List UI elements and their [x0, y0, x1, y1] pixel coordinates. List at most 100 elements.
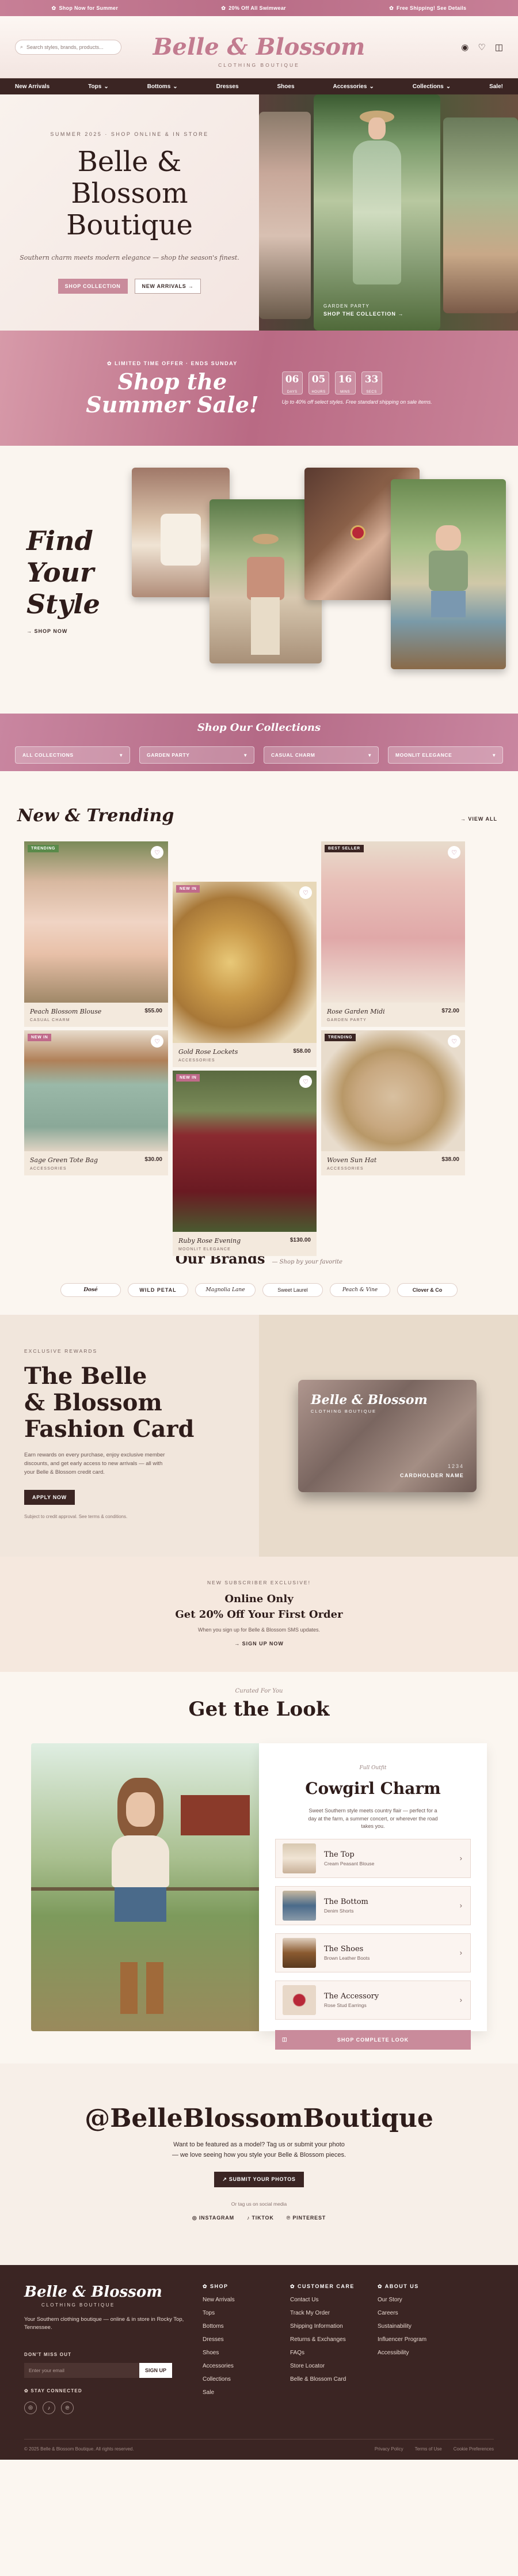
- footer-link[interactable]: Tops: [203, 2310, 290, 2316]
- wishlist-icon[interactable]: ♡: [299, 886, 312, 899]
- product-badge: NEW IN: [176, 885, 200, 893]
- footer-link[interactable]: Our Story: [378, 2297, 465, 2303]
- cart-icon[interactable]: ◫: [495, 42, 503, 52]
- nav-sale[interactable]: Sale!: [489, 84, 503, 90]
- nav-shoes[interactable]: Shoes: [277, 84, 295, 90]
- look-photo: [31, 1743, 259, 2031]
- wishlist-icon[interactable]: ♡: [299, 1075, 312, 1088]
- promo-item[interactable]: ✿ 20% Off All Swimwear: [221, 5, 286, 12]
- brand-pill[interactable]: WILD PETAL: [128, 1283, 188, 1297]
- nav-tops[interactable]: Tops ⌄: [88, 84, 109, 90]
- footer-link[interactable]: Shipping Information: [290, 2323, 378, 2330]
- collection-tab-garden-party[interactable]: GARDEN PARTY ▾: [139, 746, 254, 764]
- outfit-item[interactable]: The Bottom Denim Shorts ›: [275, 1885, 471, 1925]
- brand-pill[interactable]: Dosé: [60, 1283, 121, 1297]
- sale-pill: ✿ LIMITED TIME OFFER · ENDS SUNDAY: [107, 360, 238, 366]
- look-kicker: Curated For You: [235, 1688, 283, 1694]
- footer-link[interactable]: Shoes: [203, 2350, 290, 2356]
- product-card[interactable]: TRENDING ♡ Woven Sun Hat ACCESSORIES $38.0…: [321, 1030, 465, 1175]
- submit-photos-button[interactable]: ↗ SUBMIT YOUR PHOTOS: [214, 2172, 304, 2188]
- nav-bottoms[interactable]: Bottoms ⌄: [147, 84, 178, 90]
- footer-link[interactable]: Collections: [203, 2376, 290, 2382]
- footer-link[interactable]: Contact Us: [290, 2297, 378, 2303]
- get-the-look-section: Curated For You Get the Look Full Outfit…: [0, 1672, 518, 2063]
- collection-tab-all[interactable]: ALL COLLECTIONS ▾: [15, 746, 130, 764]
- hero-tagline: Southern charm meets modern elegance — s…: [20, 254, 239, 262]
- shop-collection-button[interactable]: SHOP COLLECTION: [58, 279, 128, 294]
- fashion-card-terms[interactable]: Subject to credit approval. See terms & …: [24, 1514, 235, 1519]
- product-card[interactable]: BEST SELLER ♡ Rose Garden Midi GARDEN PAR…: [321, 841, 465, 1027]
- pinterest-icon[interactable]: ℗: [61, 2401, 74, 2414]
- footer-link[interactable]: Belle & Blossom Card: [290, 2376, 378, 2382]
- brand-pill[interactable]: Peach & Vine: [330, 1283, 390, 1297]
- apply-now-button[interactable]: APPLY NOW: [24, 1489, 75, 1505]
- wishlist-icon[interactable]: ♡: [151, 846, 163, 859]
- social-desc: Want to be featured as a model? Tag us o…: [172, 2141, 346, 2158]
- privacy-link[interactable]: Privacy Policy: [375, 2446, 403, 2452]
- footer-link[interactable]: Sustainability: [378, 2323, 465, 2330]
- footer-link[interactable]: Sale: [203, 2389, 290, 2396]
- cookie-link[interactable]: Cookie Preferences: [454, 2446, 494, 2452]
- view-all-link[interactable]: → VIEW ALL: [460, 816, 497, 822]
- email-field[interactable]: Enter your email: [24, 2362, 139, 2378]
- style-photo[interactable]: [390, 479, 506, 669]
- outfit-item[interactable]: The Accessory Rose Stud Earrings ›: [275, 1980, 471, 2020]
- product-card[interactable]: NEW IN ♡ Sage Green Tote Bag ACCESSORIES $…: [24, 1030, 168, 1175]
- footer-link[interactable]: Careers: [378, 2310, 465, 2316]
- promo-item[interactable]: ✿ Shop Now for Summer: [52, 5, 119, 12]
- wishlist-icon[interactable]: ♡: [448, 1035, 460, 1048]
- brand-pill[interactable]: Magnolia Lane: [195, 1283, 256, 1297]
- footer-link[interactable]: New Arrivals: [203, 2297, 290, 2303]
- search-input[interactable]: ⌕ Search styles, brands, products...: [15, 39, 121, 55]
- product-category: CASUAL CHARM: [30, 1018, 70, 1022]
- footer-link[interactable]: Influencer Program: [378, 2336, 465, 2343]
- collection-tab-moonlit-elegance[interactable]: MOONLIT ELEGANCE ▾: [388, 746, 503, 764]
- footer-link[interactable]: Dresses: [203, 2336, 290, 2343]
- product-card[interactable]: TRENDING ♡ Peach Blossom Blouse CASUAL CH…: [24, 841, 168, 1027]
- sign-up-link[interactable]: → SIGN UP NOW: [0, 1641, 518, 1646]
- terms-link[interactable]: Terms of Use: [415, 2446, 442, 2452]
- sale-title[interactable]: Shop the Summer Sale!: [86, 370, 258, 416]
- wishlist-icon[interactable]: ♡: [448, 846, 460, 859]
- footer-logo-sub: CLOTHING BOUTIQUE: [41, 2302, 115, 2308]
- collection-tab-casual-charm[interactable]: CASUAL CHARM ▾: [264, 746, 379, 764]
- outfit-item[interactable]: The Top Cream Peasant Blouse ›: [275, 1838, 471, 1878]
- outfit-item[interactable]: The Shoes Brown Leather Boots ›: [275, 1933, 471, 1972]
- chevron-down-icon: ⌄: [173, 83, 178, 90]
- footer-link[interactable]: Accessories: [203, 2363, 290, 2369]
- brand-pill[interactable]: Sweet Laurel: [262, 1283, 323, 1297]
- footer-link[interactable]: Bottoms: [203, 2323, 290, 2330]
- wishlist-icon[interactable]: ♡: [478, 42, 485, 52]
- nav-collections[interactable]: Collections ⌄: [413, 84, 451, 90]
- account-icon[interactable]: ◉: [461, 42, 469, 52]
- tiktok-icon[interactable]: ♪: [43, 2401, 55, 2414]
- chevron-down-icon: ▾: [493, 752, 496, 758]
- footer-link[interactable]: Store Locator: [290, 2363, 378, 2369]
- shop-complete-look-button[interactable]: ◫ SHOP COMPLETE LOOK: [275, 2029, 471, 2050]
- footer-link[interactable]: FAQs: [290, 2350, 378, 2356]
- find-title: Find Your Style: [26, 525, 100, 620]
- footer-link[interactable]: Track My Order: [290, 2310, 378, 2316]
- model-photo: [259, 112, 311, 319]
- nav-new-arrivals[interactable]: New Arrivals: [15, 84, 49, 90]
- promo-item[interactable]: ✿ Free Shipping! See Details: [389, 5, 466, 12]
- footer-link[interactable]: Returns & Exchanges: [290, 2336, 378, 2343]
- main-nav: New Arrivals Tops ⌄ Bottoms ⌄ Dresses Shoe…: [0, 78, 518, 94]
- new-arrivals-button[interactable]: NEW ARRIVALS →: [134, 279, 201, 294]
- pinterest-link[interactable]: ℗ PINTEREST: [287, 2215, 326, 2221]
- nav-dresses[interactable]: Dresses: [216, 84, 239, 90]
- shop-now-link[interactable]: → SHOP NOW: [26, 628, 100, 634]
- wishlist-icon[interactable]: ♡: [151, 1035, 163, 1048]
- footer-logo[interactable]: Belle & Blossom: [24, 2283, 203, 2301]
- nav-accessories[interactable]: Accessories ⌄: [333, 84, 374, 90]
- tiktok-link[interactable]: ♪ TIKTOK: [247, 2215, 274, 2221]
- hero-caption[interactable]: GARDEN PARTY SHOP THE COLLECTION →: [323, 303, 403, 317]
- social-handle[interactable]: @BelleBlossomBoutique: [0, 2104, 518, 2133]
- brand-pill[interactable]: Clover & Co: [397, 1283, 458, 1297]
- instagram-icon[interactable]: ◎: [24, 2401, 37, 2414]
- instagram-link[interactable]: ◎ INSTAGRAM: [192, 2215, 234, 2221]
- product-card[interactable]: NEW IN ♡ Gold Rose Lockets ACCESSORIES $58…: [173, 882, 317, 1067]
- signup-button[interactable]: SIGN UP: [139, 2362, 173, 2378]
- product-card[interactable]: NEW IN ♡ Ruby Rose Evening MOONLIT ELEGAN…: [173, 1071, 317, 1256]
- footer-link[interactable]: Accessibility: [378, 2350, 465, 2356]
